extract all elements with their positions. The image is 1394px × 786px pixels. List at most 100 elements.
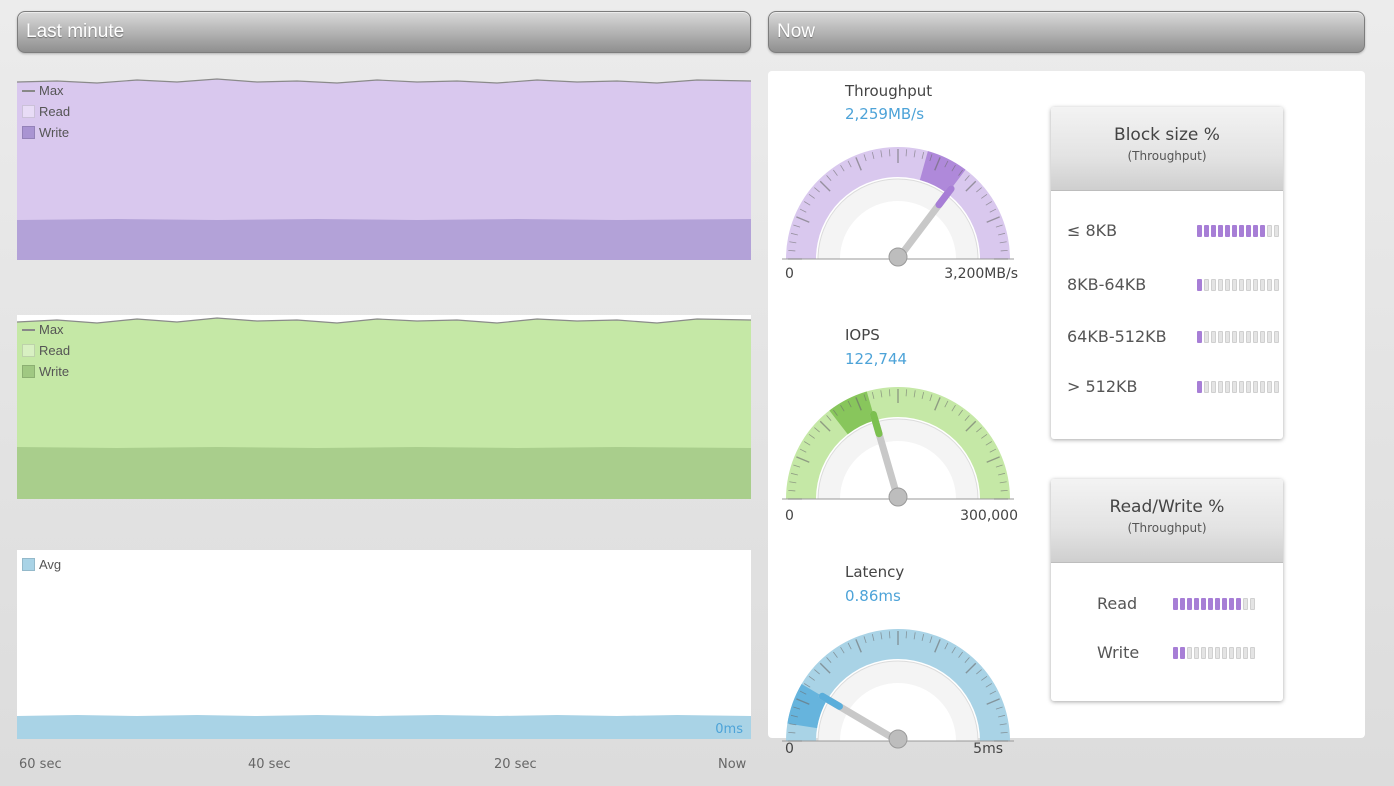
bar-segment bbox=[1260, 279, 1265, 291]
last-minute-title: Last minute bbox=[26, 21, 125, 42]
block-size-bar bbox=[1197, 279, 1281, 291]
bar-segment bbox=[1246, 381, 1251, 393]
bar-segment bbox=[1274, 225, 1279, 237]
bar-segment bbox=[1218, 225, 1223, 237]
bar-segment bbox=[1180, 647, 1185, 659]
bar-segment bbox=[1225, 381, 1230, 393]
max-line-swatch bbox=[22, 328, 35, 331]
gauge-tick bbox=[888, 631, 891, 639]
latency-history-chart: Avg 0ms bbox=[17, 550, 751, 739]
time-axis-label-now: Now bbox=[718, 757, 747, 772]
last-minute-header: Last minute bbox=[17, 11, 751, 53]
bar-segment bbox=[1197, 331, 1202, 343]
bar-segment bbox=[1201, 647, 1206, 659]
bar-segment bbox=[1211, 279, 1216, 291]
bar-segment bbox=[1229, 598, 1234, 610]
bar-segment bbox=[1246, 279, 1251, 291]
bar-segment bbox=[1225, 225, 1230, 237]
bar-segment bbox=[1267, 225, 1272, 237]
bar-segment bbox=[1260, 225, 1265, 237]
bar-segment bbox=[1173, 647, 1178, 659]
block-size-row-label: ≤ 8KB bbox=[1067, 221, 1118, 240]
latency-gauge-min: 0 bbox=[785, 741, 794, 757]
legend-read: Read bbox=[22, 101, 70, 122]
gauge-hub bbox=[888, 487, 908, 507]
bar-segment bbox=[1232, 381, 1237, 393]
gauge-min: 0 bbox=[785, 508, 794, 524]
legend-write: Write bbox=[22, 122, 70, 143]
bar-segment bbox=[1215, 598, 1220, 610]
block-size-card: Block size % (Throughput) ≤ 8KB 8KB-64KB… bbox=[1051, 107, 1283, 439]
bar-segment bbox=[1218, 331, 1223, 343]
bar-segment bbox=[1187, 647, 1192, 659]
legend-read-label: Read bbox=[39, 104, 71, 119]
gauge-tick bbox=[788, 731, 796, 734]
bar-segment bbox=[1232, 331, 1237, 343]
iops-write-area bbox=[17, 447, 751, 499]
bar-segment bbox=[1211, 331, 1216, 343]
gauge-tick bbox=[1000, 731, 1008, 734]
bar-segment bbox=[1187, 598, 1192, 610]
block-size-bar bbox=[1197, 381, 1281, 393]
block-size-title: Block size % bbox=[1114, 125, 1220, 145]
throughput-gauge-dial bbox=[782, 147, 1014, 267]
bar-segment bbox=[1239, 279, 1244, 291]
bar-segment bbox=[1194, 647, 1199, 659]
avg-swatch bbox=[22, 558, 35, 571]
bar-segment bbox=[1253, 331, 1258, 343]
bar-segment bbox=[1267, 279, 1272, 291]
bar-segment bbox=[1211, 381, 1216, 393]
bar-segment bbox=[1267, 331, 1272, 343]
bar-segment bbox=[1218, 381, 1223, 393]
throughput-write-area bbox=[17, 219, 751, 260]
latency-gauge-dial bbox=[782, 629, 1014, 749]
gauge-max: 3,200MB/s bbox=[944, 266, 1018, 282]
write-bar bbox=[1173, 647, 1257, 659]
read-swatch bbox=[22, 344, 35, 357]
bar-segment bbox=[1253, 381, 1258, 393]
bar-segment bbox=[1246, 225, 1251, 237]
gauge-tick bbox=[788, 489, 796, 492]
legend-max: Max bbox=[22, 319, 70, 340]
now-panel: Throughput 2,259MB/s 0 3,200MB/s IOPS 12… bbox=[768, 71, 1365, 757]
gauge-tick bbox=[905, 631, 908, 639]
bar-segment bbox=[1208, 647, 1213, 659]
latency-current-value: 0ms bbox=[715, 722, 743, 737]
bar-segment bbox=[1222, 598, 1227, 610]
legend-read-label: Read bbox=[39, 343, 71, 358]
gauge-tick bbox=[788, 249, 796, 252]
bar-segment bbox=[1197, 381, 1202, 393]
read-write-card-header: Read/Write % (Throughput) bbox=[1051, 479, 1283, 563]
bar-segment bbox=[1253, 225, 1258, 237]
write-label: Write bbox=[1097, 643, 1140, 662]
bar-segment bbox=[1243, 598, 1248, 610]
bar-segment bbox=[1274, 279, 1279, 291]
bar-segment bbox=[1197, 279, 1202, 291]
bar-segment bbox=[1208, 598, 1213, 610]
legend-write-label: Write bbox=[39, 364, 70, 379]
legend-read: Read bbox=[22, 340, 70, 361]
bar-segment bbox=[1229, 647, 1234, 659]
bar-segment bbox=[1218, 279, 1223, 291]
throughput-gauge: Throughput 2,259MB/s 0 3,200MB/s bbox=[768, 71, 1028, 291]
read-label: Read bbox=[1097, 594, 1138, 613]
gauge-tick bbox=[1000, 489, 1008, 492]
read-bar bbox=[1173, 598, 1257, 610]
latency-gauge-max: 5ms bbox=[973, 741, 1003, 757]
bar-segment bbox=[1194, 598, 1199, 610]
iops-gauge: IOPS 122,744 0 300,000 bbox=[768, 311, 1028, 531]
iops-legend: Max Read Write bbox=[22, 319, 70, 382]
gauge-hub bbox=[888, 247, 908, 267]
gauge-tick bbox=[905, 389, 908, 397]
bar-segment bbox=[1204, 331, 1209, 343]
legend-write-label: Write bbox=[39, 125, 70, 140]
bar-segment bbox=[1236, 598, 1241, 610]
block-size-row-label: > 512KB bbox=[1067, 377, 1138, 396]
bar-segment bbox=[1274, 331, 1279, 343]
legend-max: Max bbox=[22, 80, 70, 101]
bar-segment bbox=[1201, 598, 1206, 610]
throughput-history-svg bbox=[17, 78, 751, 260]
bar-segment bbox=[1236, 647, 1241, 659]
block-size-row-label: 8KB-64KB bbox=[1067, 275, 1147, 294]
iops-history-svg bbox=[17, 315, 751, 499]
